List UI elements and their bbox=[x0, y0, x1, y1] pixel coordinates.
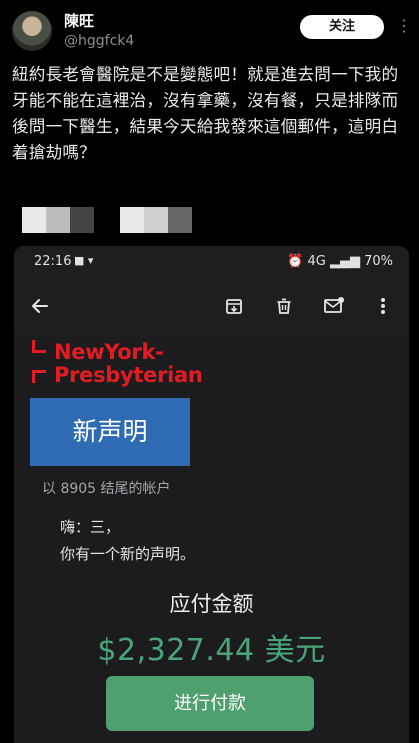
blurred-tag-1 bbox=[22, 207, 94, 233]
phone-status-bar: 22:16 ■ ▾ ⏰ 4G ▂▄▆ 70% bbox=[14, 246, 409, 280]
battery-label: 70% bbox=[364, 254, 393, 269]
status-time: 22:16 bbox=[34, 254, 72, 269]
arrow-back-icon[interactable] bbox=[26, 292, 54, 320]
email-toolbar bbox=[14, 280, 409, 332]
greeting-line-2: 你有一个新的声明。 bbox=[60, 545, 196, 563]
logo-text-line2: Presbyterian bbox=[54, 363, 203, 387]
blurred-tag-2 bbox=[120, 207, 192, 233]
amount-due-label: 应付金额 bbox=[169, 592, 254, 616]
statement-title: 新声明 bbox=[30, 398, 190, 466]
greeting: 嗨：三， 你有一个新的声明。 bbox=[60, 514, 195, 568]
mail-unread-icon[interactable] bbox=[320, 292, 348, 320]
tweet-text: 紐約長老會醫院是不是變態吧！就是進去問一下我的牙能不能在這裡治，沒有拿藥，沒有餐… bbox=[12, 65, 399, 162]
author-handle[interactable]: @hggfck4 bbox=[64, 32, 134, 50]
greeting-line-1: 嗨：三， bbox=[60, 518, 121, 536]
email-body: NewYork- Presbyterian 新声明 以 8905 结尾的帐户 嗨… bbox=[14, 338, 409, 743]
author-block[interactable]: 陳旺 @hggfck4 bbox=[64, 12, 134, 50]
avatar[interactable] bbox=[12, 11, 52, 51]
more-vertical-icon[interactable] bbox=[369, 292, 397, 320]
author-name[interactable]: 陳旺 bbox=[64, 12, 134, 30]
alarm-icon: ⏰ bbox=[287, 254, 304, 269]
amount-due-value: $2,327.44 美元 bbox=[97, 633, 326, 668]
account-line: 以 8905 结尾的帐户 bbox=[42, 481, 171, 497]
follow-button[interactable]: 关注 bbox=[300, 15, 384, 39]
notification-icons: ■ ▾ bbox=[74, 254, 94, 267]
logo-text-line1: NewYork- bbox=[54, 340, 164, 364]
network-label: 4G bbox=[307, 254, 326, 269]
archive-icon[interactable] bbox=[220, 292, 248, 320]
status-right: ⏰ 4G ▂▄▆ 70% bbox=[287, 254, 393, 269]
make-payment-button[interactable]: 进行付款 bbox=[106, 676, 314, 731]
email-screenshot[interactable]: 22:16 ■ ▾ ⏰ 4G ▂▄▆ 70% NewYork- Presbyte… bbox=[14, 246, 409, 743]
trash-icon[interactable] bbox=[270, 292, 298, 320]
more-options-icon[interactable]: ⋮ bbox=[396, 14, 412, 38]
signal-icon: ▂▄▆ bbox=[329, 254, 360, 269]
